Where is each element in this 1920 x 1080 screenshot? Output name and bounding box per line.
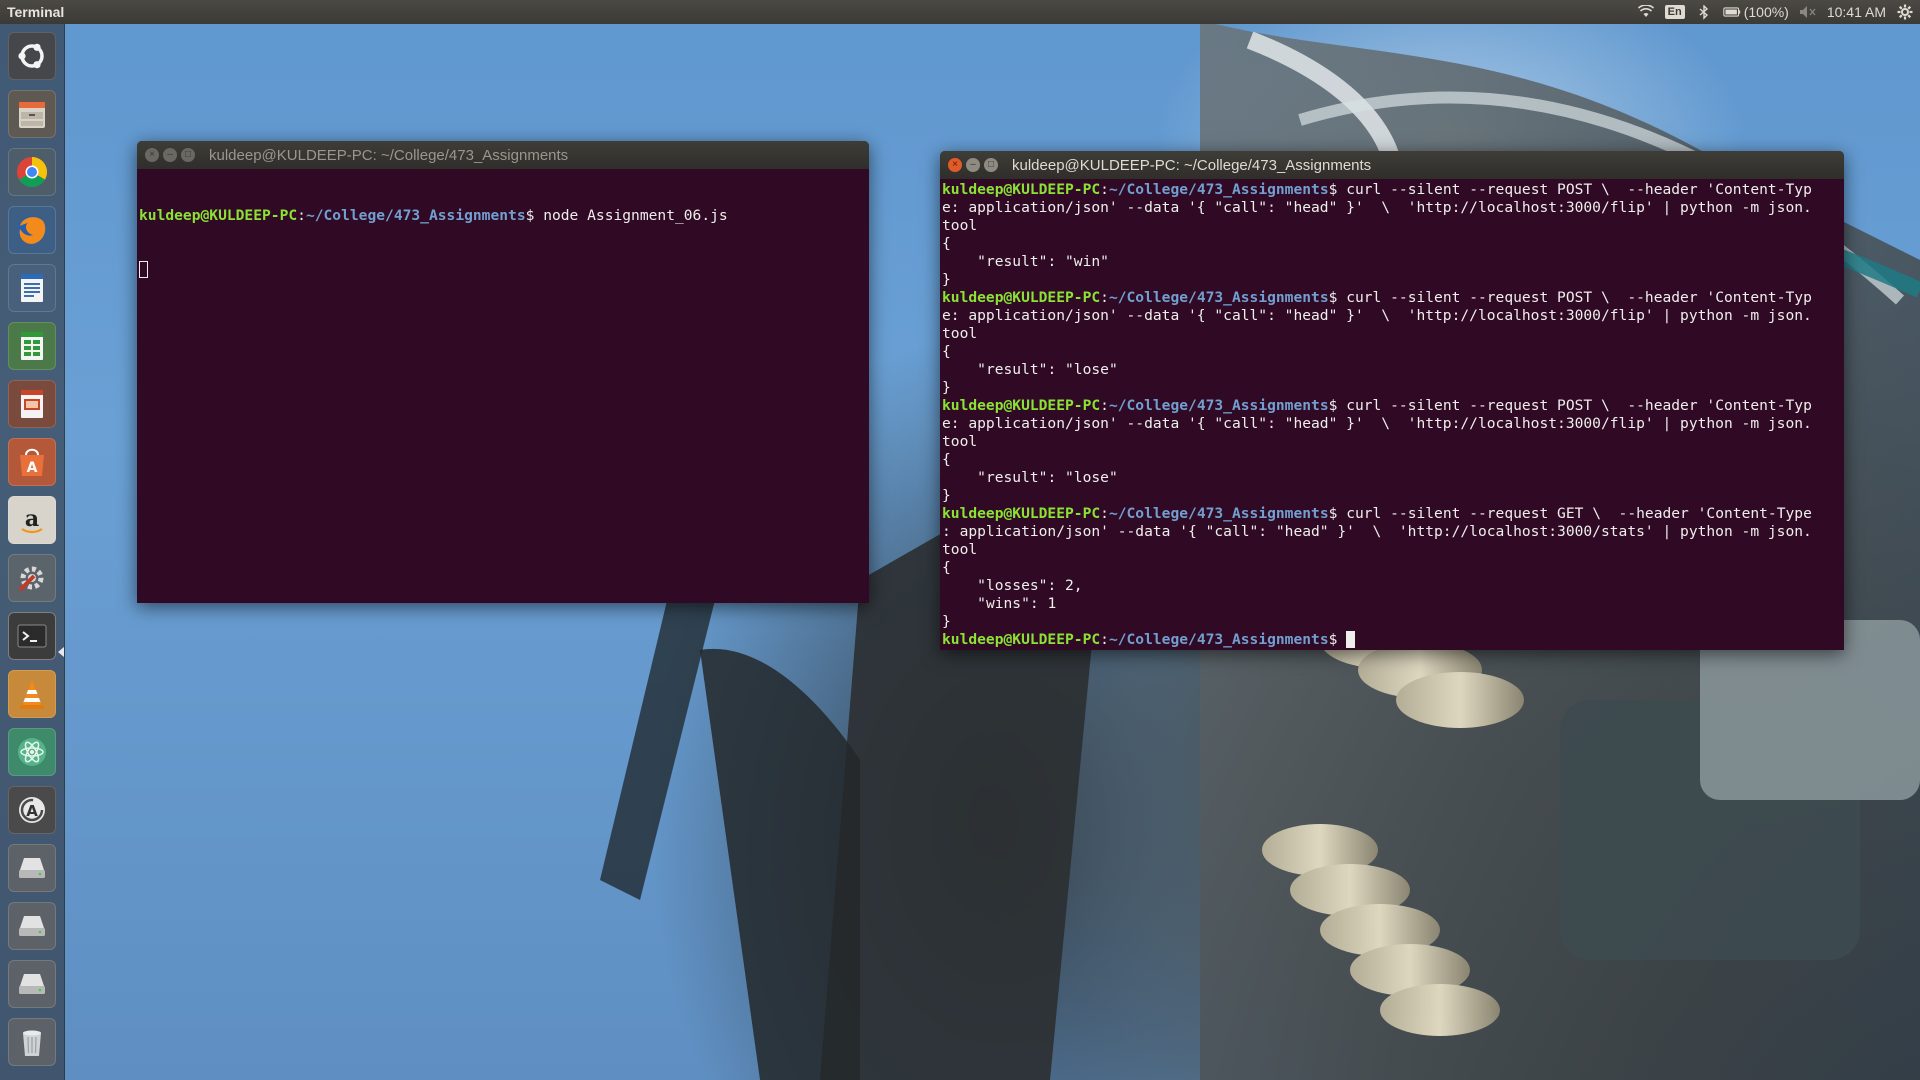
svg-text:a: a bbox=[25, 506, 39, 532]
maximize-window-button[interactable]: □ bbox=[984, 158, 998, 172]
top-panel: Terminal En (100%) 10:41 AM bbox=[0, 0, 1920, 24]
settings-tools-icon[interactable] bbox=[8, 554, 56, 602]
ubuntu-logo-icon[interactable] bbox=[8, 32, 56, 80]
prompt-line: kuldeep@KULDEEP-PC:~/College/473_Assignm… bbox=[942, 505, 1812, 522]
terminal-content[interactable]: kuldeep@KULDEEP-PC:~/College/473_Assignm… bbox=[940, 179, 1844, 649]
writer-document-icon[interactable] bbox=[8, 264, 56, 312]
command-continuation: tool bbox=[942, 541, 1844, 559]
output-line: } bbox=[942, 379, 951, 396]
firefox-icon[interactable] bbox=[8, 206, 56, 254]
window-titlebar[interactable]: × – □ kuldeep@KULDEEP-PC: ~/College/473_… bbox=[137, 141, 869, 169]
atom-icon[interactable] bbox=[8, 728, 56, 776]
battery-indicator[interactable]: (100%) bbox=[1722, 4, 1789, 20]
active-app-title: Terminal bbox=[7, 4, 65, 20]
command-continuation: e: application/json' --data '{ "call": "… bbox=[942, 307, 1844, 325]
launcher: A a A bbox=[0, 24, 65, 1080]
command-text: e: application/json' --data '{ "call": "… bbox=[942, 415, 1812, 432]
hard-drive-icon[interactable] bbox=[8, 902, 56, 950]
wifi-icon[interactable] bbox=[1637, 4, 1655, 20]
keyboard-layout-icon[interactable]: En bbox=[1664, 5, 1685, 19]
prompt-line: kuldeep@KULDEEP-PC:~/College/473_Assignm… bbox=[942, 631, 1844, 649]
system-tray: En (100%) 10:41 AM bbox=[1637, 4, 1920, 20]
hard-drive-icon[interactable] bbox=[8, 960, 56, 1008]
command-continuation: tool bbox=[942, 217, 1844, 235]
command-continuation: : application/json' --data '{ "call": "h… bbox=[942, 523, 1844, 541]
command-text: : application/json' --data '{ "call": "h… bbox=[942, 523, 1812, 540]
output-line: "result": "win" bbox=[942, 253, 1109, 270]
output-line: { bbox=[942, 235, 951, 252]
battery-percentage: (100%) bbox=[1743, 4, 1789, 20]
output-line: } bbox=[942, 271, 951, 288]
file-cabinet-icon[interactable] bbox=[8, 90, 56, 138]
terminal-window-right[interactable]: × – □ kuldeep@KULDEEP-PC: ~/College/473_… bbox=[940, 151, 1844, 650]
command-text: e: application/json' --data '{ "call": "… bbox=[942, 307, 1812, 324]
hard-drive-icon[interactable] bbox=[8, 844, 56, 892]
command-text: tool bbox=[942, 433, 978, 450]
chrome-icon[interactable] bbox=[8, 148, 56, 196]
output-line: { bbox=[942, 343, 951, 360]
prompt-line: kuldeep@KULDEEP-PC:~/College/473_Assignm… bbox=[942, 181, 1812, 198]
command-continuation: e: application/json' --data '{ "call": "… bbox=[942, 415, 1844, 433]
amazon-icon[interactable]: a bbox=[8, 496, 56, 544]
output-line: } bbox=[942, 487, 951, 504]
impress-presentation-icon[interactable] bbox=[8, 380, 56, 428]
volume-muted-icon[interactable] bbox=[1799, 4, 1817, 20]
command-text: curl --silent --request POST \ --header … bbox=[1346, 289, 1812, 306]
settings-gear-icon[interactable] bbox=[1896, 4, 1914, 20]
terminal-cursor bbox=[139, 261, 148, 278]
output-line: "wins": 1 bbox=[942, 595, 1057, 612]
command-text: curl --silent --request GET \ --header '… bbox=[1346, 505, 1812, 522]
output-line: "result": "lose" bbox=[942, 469, 1118, 486]
terminal-icon[interactable] bbox=[8, 612, 56, 660]
command-text: tool bbox=[942, 325, 978, 342]
command-continuation: tool bbox=[942, 433, 1844, 451]
terminal-cursor bbox=[1346, 631, 1356, 648]
command-continuation: tool bbox=[942, 325, 1844, 343]
terminal-content[interactable]: kuldeep@KULDEEP-PC:~/College/473_Assignm… bbox=[137, 169, 869, 315]
svg-text:A: A bbox=[26, 802, 38, 820]
minimize-window-button[interactable]: – bbox=[163, 148, 177, 162]
close-window-button[interactable]: × bbox=[948, 158, 962, 172]
terminal-window-left[interactable]: × – □ kuldeep@KULDEEP-PC: ~/College/473_… bbox=[137, 141, 869, 603]
command-text: curl --silent --request POST \ --header … bbox=[1346, 397, 1812, 414]
bluetooth-icon[interactable] bbox=[1695, 4, 1713, 20]
output-line: "losses": 2, bbox=[942, 577, 1083, 594]
command-continuation: e: application/json' --data '{ "call": "… bbox=[942, 199, 1844, 217]
command-text: node Assignment_06.js bbox=[543, 207, 728, 224]
calc-spreadsheet-icon[interactable] bbox=[8, 322, 56, 370]
window-title: kuldeep@KULDEEP-PC: ~/College/473_Assign… bbox=[209, 146, 569, 164]
output-line: { bbox=[942, 451, 951, 468]
output-line: { bbox=[942, 559, 951, 576]
maximize-window-button[interactable]: □ bbox=[181, 148, 195, 162]
clock[interactable]: 10:41 AM bbox=[1827, 4, 1886, 20]
prompt-line: kuldeep@KULDEEP-PC:~/College/473_Assignm… bbox=[942, 289, 1812, 306]
prompt-line: kuldeep@KULDEEP-PC:~/College/473_Assignm… bbox=[139, 207, 728, 224]
close-window-button[interactable]: × bbox=[145, 148, 159, 162]
window-title: kuldeep@KULDEEP-PC: ~/College/473_Assign… bbox=[1012, 156, 1372, 174]
command-text: tool bbox=[942, 541, 978, 558]
svg-text:A: A bbox=[27, 460, 38, 476]
minimize-window-button[interactable]: – bbox=[966, 158, 980, 172]
trash-icon[interactable] bbox=[8, 1018, 56, 1066]
prompt-line: kuldeep@KULDEEP-PC:~/College/473_Assignm… bbox=[942, 397, 1812, 414]
command-text: tool bbox=[942, 217, 978, 234]
vlc-cone-icon[interactable] bbox=[8, 670, 56, 718]
output-line: } bbox=[942, 613, 951, 630]
command-text: e: application/json' --data '{ "call": "… bbox=[942, 199, 1812, 216]
window-titlebar[interactable]: × – □ kuldeep@KULDEEP-PC: ~/College/473_… bbox=[940, 151, 1844, 179]
shopping-bag-icon[interactable]: A bbox=[8, 438, 56, 486]
updater-icon[interactable]: A bbox=[8, 786, 56, 834]
output-line: "result": "lose" bbox=[942, 361, 1118, 378]
command-text: curl --silent --request POST \ --header … bbox=[1346, 181, 1812, 198]
battery-icon bbox=[1722, 4, 1741, 20]
active-app-indicator bbox=[58, 647, 64, 657]
